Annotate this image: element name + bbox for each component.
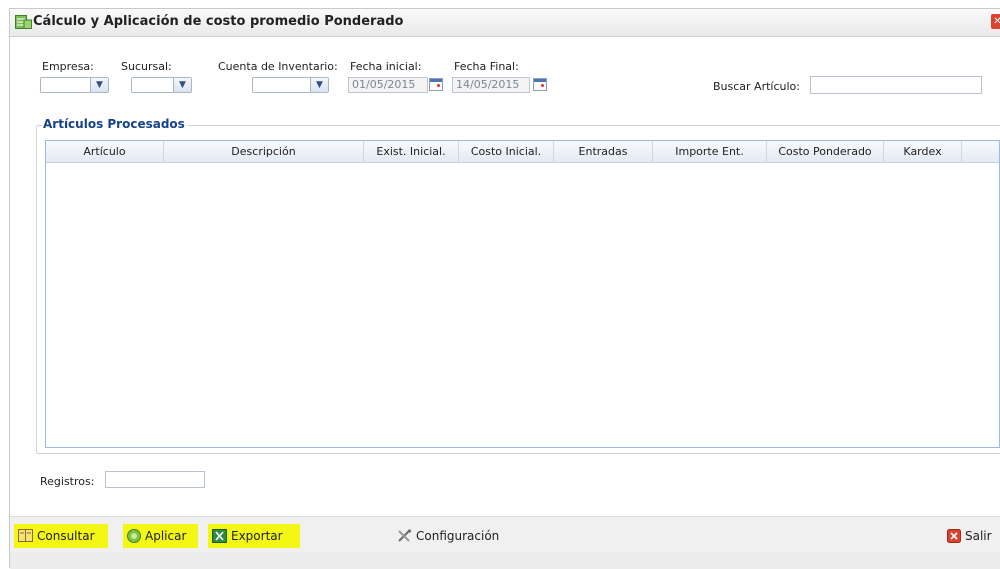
status-strip bbox=[10, 552, 1000, 569]
configuracion-label: Configuración bbox=[416, 529, 500, 543]
calculator-sheet-icon bbox=[15, 15, 32, 29]
buscar-articulo-input[interactable] bbox=[810, 76, 982, 94]
calendar-icon[interactable] bbox=[533, 78, 547, 91]
calendar-icon[interactable] bbox=[429, 78, 443, 91]
salir-button[interactable]: Salir bbox=[943, 524, 1000, 548]
chevron-down-icon[interactable]: ▼ bbox=[173, 78, 191, 92]
column-costo-ponderado[interactable]: Costo Ponderado bbox=[767, 141, 884, 162]
salir-label: Salir bbox=[965, 529, 992, 543]
fecha-final-label: Fecha Final: bbox=[454, 60, 519, 73]
column-kardex[interactable]: Kardex bbox=[884, 141, 962, 162]
chevron-down-icon[interactable]: ▼ bbox=[310, 78, 328, 92]
registros-count bbox=[105, 471, 205, 488]
articulos-procesados-legend: Artículos Procesados bbox=[42, 117, 188, 131]
cuenta-inventario-select[interactable]: ▼ bbox=[252, 77, 329, 93]
check-circle-icon bbox=[127, 528, 141, 543]
column-articulo[interactable]: Artículo bbox=[46, 141, 164, 162]
column-importe-ent[interactable]: Importe Ent. bbox=[653, 141, 767, 162]
excel-icon bbox=[212, 528, 227, 543]
aplicar-label: Aplicar bbox=[145, 529, 187, 543]
empresa-select[interactable]: ▼ bbox=[40, 77, 109, 93]
background-margin bbox=[0, 0, 9, 568]
bottom-toolbar: Consultar Aplicar Exportar Configuración bbox=[10, 516, 1000, 553]
consultar-button[interactable]: Consultar bbox=[14, 524, 108, 548]
consultar-label: Consultar bbox=[37, 529, 95, 543]
book-icon bbox=[18, 529, 33, 542]
aplicar-button[interactable]: Aplicar bbox=[123, 524, 198, 548]
fecha-inicial-label: Fecha inicial: bbox=[350, 60, 422, 73]
cuenta-inventario-label: Cuenta de Inventario: bbox=[218, 60, 338, 73]
buscar-articulo-label: Buscar Artículo: bbox=[713, 80, 800, 93]
chevron-down-icon[interactable]: ▼ bbox=[90, 78, 108, 92]
column-costo-inicial[interactable]: Costo Inicial. bbox=[459, 141, 554, 162]
column-descripcion[interactable]: Descripción bbox=[164, 141, 364, 162]
dialog-window: Cálculo y Aplicación de costo promedio P… bbox=[9, 8, 1000, 569]
exportar-label: Exportar bbox=[231, 529, 283, 543]
sucursal-label: Sucursal: bbox=[121, 60, 172, 73]
fecha-inicial-input[interactable]: 01/05/2015 bbox=[348, 77, 428, 93]
column-exist-inicial[interactable]: Exist. Inicial. bbox=[364, 141, 459, 162]
column-entradas[interactable]: Entradas bbox=[554, 141, 653, 162]
exportar-button[interactable]: Exportar bbox=[208, 524, 300, 548]
sucursal-select[interactable]: ▼ bbox=[131, 77, 192, 93]
tools-icon bbox=[398, 528, 412, 542]
configuracion-button[interactable]: Configuración bbox=[393, 524, 518, 548]
articulos-grid: Artículo Descripción Exist. Inicial. Cos… bbox=[45, 140, 1000, 448]
registros-label: Registros: bbox=[40, 475, 95, 488]
title-bar: Cálculo y Aplicación de costo promedio P… bbox=[10, 9, 1000, 37]
window-title: Cálculo y Aplicación de costo promedio P… bbox=[33, 14, 404, 29]
close-icon[interactable]: ✕ bbox=[991, 14, 1000, 29]
grid-header: Artículo Descripción Exist. Inicial. Cos… bbox=[46, 141, 999, 163]
close-icon bbox=[947, 528, 961, 543]
empresa-label: Empresa: bbox=[42, 60, 94, 73]
fecha-final-input[interactable]: 14/05/2015 bbox=[452, 77, 530, 93]
